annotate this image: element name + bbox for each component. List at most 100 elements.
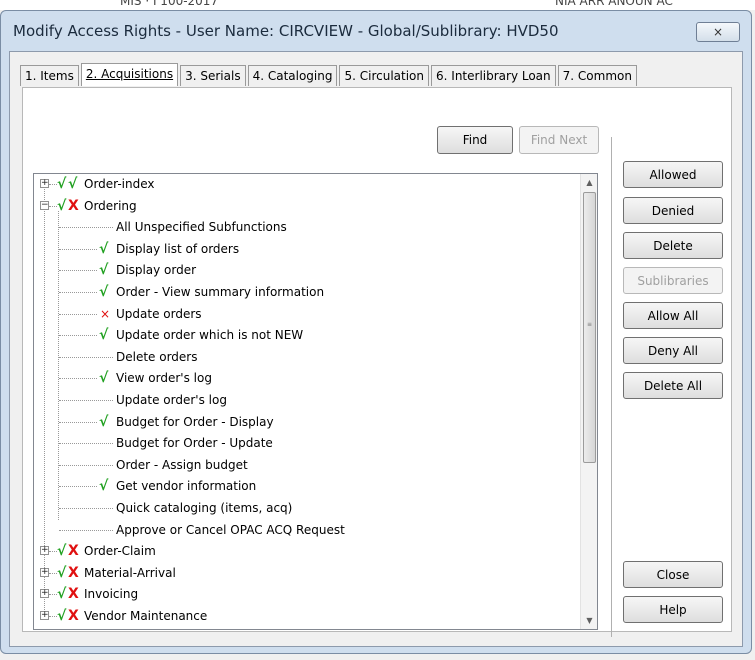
tree-subnode[interactable]: Order - Assign budget xyxy=(34,455,579,475)
tree-connector xyxy=(59,508,113,509)
help-button[interactable]: Help xyxy=(623,596,723,623)
background-text-left: MIS · I 100-2017 xyxy=(120,0,219,8)
tree-subnode[interactable]: √ Display order xyxy=(34,260,579,280)
tree-subnode[interactable]: Delete orders xyxy=(34,347,579,367)
tree-node[interactable]: + √ X Material-Arrival xyxy=(34,563,579,583)
deny-all-button[interactable]: Deny All xyxy=(623,337,723,364)
tab-serials[interactable]: 3. Serials xyxy=(180,65,246,86)
tab-acquisitions[interactable]: 2. Acquisitions xyxy=(80,63,179,86)
tree-subnode[interactable]: Budget for Order - Update xyxy=(34,433,579,453)
denied-button[interactable]: Denied xyxy=(623,197,723,224)
tree-item-label: Display order xyxy=(116,263,197,278)
tree-node[interactable]: + √ X Order-Claim xyxy=(34,541,579,561)
allowed-check-icon: √ xyxy=(99,413,109,430)
tree-node-label: Ordering xyxy=(84,198,137,213)
expand-icon[interactable]: + xyxy=(40,567,49,577)
tree-item-label: Budget for Order - Display xyxy=(116,414,274,429)
scrollbar-thumb[interactable]: ≡ xyxy=(583,192,596,463)
tree-connector xyxy=(59,443,113,445)
tree-connector xyxy=(49,205,57,207)
window-close-button[interactable]: × xyxy=(696,22,740,42)
tree-node-label: Order-index xyxy=(84,177,155,191)
tree-subnode[interactable]: Quick cataloging (items, acq) xyxy=(34,498,579,518)
allowed-check-icon: √ xyxy=(99,370,109,387)
tree-node-label: Invoicing xyxy=(84,587,139,602)
tree-connector xyxy=(49,572,57,574)
tree-subnode[interactable]: √ Get vendor information xyxy=(34,476,579,496)
allowed-check-icon: √ xyxy=(57,608,67,624)
allowed-check-icon: √ xyxy=(99,478,109,495)
denied-x-icon: × xyxy=(100,306,111,321)
allowed-check-icon: √ xyxy=(68,176,78,192)
find-button[interactable]: Find xyxy=(437,126,513,154)
allowed-button[interactable]: Allowed xyxy=(623,161,723,188)
tab-strip: 1. Items 2. Acquisitions 3. Serials 4. C… xyxy=(20,63,639,87)
access-rights-tree[interactable]: + √ √ Order-index − √ X Ordering All Unspecified… xyxy=(33,173,598,630)
denied-x-icon: X xyxy=(68,543,79,560)
expand-icon[interactable]: + xyxy=(40,611,49,620)
tree-node-label: Order-Claim xyxy=(84,544,156,559)
tree-node[interactable]: + √ X Vendor Maintenance xyxy=(34,606,579,626)
allowed-check-icon: √ xyxy=(57,176,67,192)
tree-connector xyxy=(59,335,97,337)
expand-icon[interactable]: + xyxy=(40,179,49,188)
tree-subnode[interactable]: √ View order's log xyxy=(34,368,579,388)
tree-item-label: Budget for Order - Update xyxy=(116,436,273,451)
tree-item-label: Get vendor information xyxy=(116,479,257,494)
delete-button[interactable]: Delete xyxy=(623,232,723,259)
tree-subnode[interactable]: √ Order - View summary information xyxy=(34,282,579,302)
tree-subnode[interactable]: × Update orders xyxy=(34,304,579,324)
close-icon: × xyxy=(712,25,724,39)
tree-connector xyxy=(59,464,113,466)
denied-x-icon: X xyxy=(68,608,79,624)
allowed-check-icon: √ xyxy=(99,262,109,279)
denied-x-icon: X xyxy=(68,564,79,581)
denied-x-icon: X xyxy=(68,586,79,603)
tree-subnode[interactable]: All Unspecified Subfunctions xyxy=(34,217,579,237)
panel-separator xyxy=(611,137,612,637)
scroll-up-arrow-icon[interactable]: ▲ xyxy=(581,174,597,191)
tree-connector xyxy=(59,227,113,229)
tree-node[interactable]: − √ X Ordering xyxy=(34,196,579,216)
collapse-icon[interactable]: − xyxy=(40,200,49,210)
expand-icon[interactable]: + xyxy=(40,546,49,556)
tree-connector xyxy=(59,313,97,315)
tree-connector xyxy=(49,594,57,596)
expand-icon[interactable]: + xyxy=(40,589,49,599)
close-button[interactable]: Close xyxy=(623,561,723,588)
window-title: Modify Access Rights - User Name: CIRCVI… xyxy=(13,22,559,40)
title-bar[interactable]: Modify Access Rights - User Name: CIRCVI… xyxy=(1,11,751,51)
tree-connector xyxy=(59,270,97,272)
tab-common[interactable]: 7. Common xyxy=(557,65,637,86)
tree-connector xyxy=(59,529,113,531)
tree-node-label: Vendor Maintenance xyxy=(84,609,208,623)
tab-items[interactable]: 1. Items xyxy=(20,65,79,86)
scrollbar-grip-icon: ≡ xyxy=(587,321,593,328)
tree-subnode[interactable]: √ Update order which is not NEW xyxy=(34,325,579,345)
tree-subnode[interactable]: √ Display list of orders xyxy=(34,239,579,259)
allowed-check-icon: √ xyxy=(57,197,67,214)
scroll-down-arrow-icon[interactable]: ▼ xyxy=(581,612,597,629)
tree-vertical-scrollbar[interactable]: ▲ ≡ ▼ xyxy=(580,174,597,629)
tree-connector xyxy=(59,356,113,358)
tree-connector xyxy=(59,400,113,401)
tab-interlibrary-loan[interactable]: 6. Interlibrary Loan xyxy=(431,65,556,86)
denied-x-icon: X xyxy=(68,197,79,214)
find-next-button[interactable]: Find Next xyxy=(519,126,599,154)
delete-all-button[interactable]: Delete All xyxy=(623,372,723,399)
tree-node[interactable]: + √ X Invoicing xyxy=(34,584,579,604)
tab-circulation[interactable]: 5. Circulation xyxy=(339,65,430,86)
allow-all-button[interactable]: Allow All xyxy=(623,302,723,329)
tree-item-label: Quick cataloging (items, acq) xyxy=(116,501,293,515)
tree-connector xyxy=(49,184,57,185)
tree-item-label: Update order which is not NEW xyxy=(116,328,304,343)
tree-item-label: Update orders xyxy=(116,306,202,321)
tree-connector xyxy=(49,551,57,553)
tree-subnode[interactable]: √ Budget for Order - Display xyxy=(34,412,579,432)
tree-node[interactable]: + √ √ Order-index xyxy=(34,174,579,194)
sublibraries-button[interactable]: Sublibraries xyxy=(623,267,723,294)
tree-subnode[interactable]: Approve or Cancel OPAC ACQ Request xyxy=(34,520,579,540)
tab-cataloging[interactable]: 4. Cataloging xyxy=(247,65,338,86)
tree-subnode[interactable]: Update order's log xyxy=(34,390,579,410)
allowed-check-icon: √ xyxy=(57,564,67,581)
